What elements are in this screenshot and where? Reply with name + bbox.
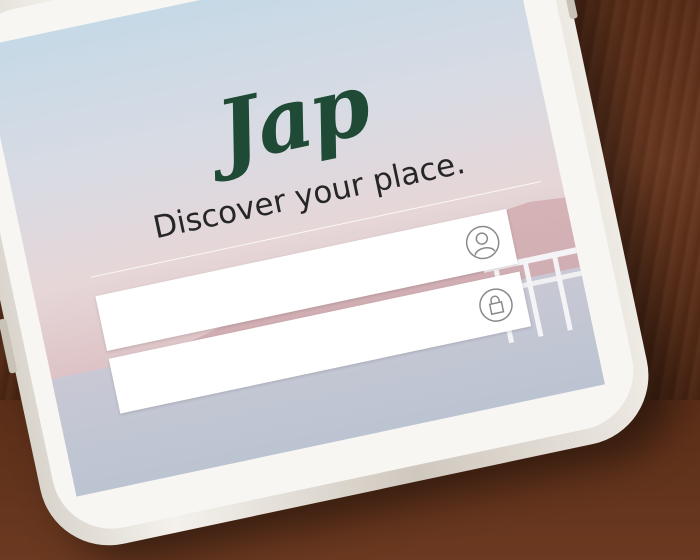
app-screen: Jap Discover your place.: [0, 0, 605, 497]
phone: Jap Discover your place.: [0, 0, 700, 559]
user-icon: [465, 225, 500, 260]
phone-bezel: Jap Discover your place.: [0, 0, 645, 540]
lock-icon: [479, 288, 513, 322]
